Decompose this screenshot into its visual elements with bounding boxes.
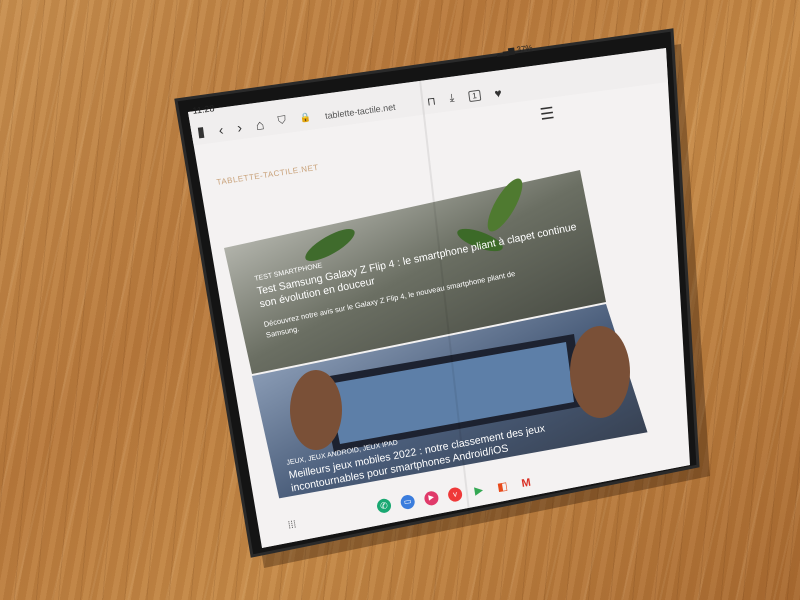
download-icon[interactable]: ⤓	[449, 92, 456, 106]
gmail-app-icon[interactable]: M	[518, 475, 534, 491]
vivaldi-app-icon[interactable]: v	[447, 486, 464, 503]
signal-icon: ▂▄▆	[496, 45, 516, 57]
site-brand[interactable]: TABLETTE-TACTILE.NET	[216, 163, 319, 187]
play-store-icon[interactable]: ▶	[471, 483, 487, 499]
status-bar: 11:28	[192, 103, 215, 116]
article-card-2[interactable]: JEUX, JEUX ANDROID, JEUX IPAD Meilleurs …	[286, 402, 607, 496]
url-bar[interactable]: tablette-tactile.net	[324, 101, 396, 120]
forward-icon[interactable]: ›	[236, 119, 243, 135]
lock-icon: 🔒	[299, 111, 312, 124]
status-indicators: ▂▄▆ 37%	[496, 43, 533, 57]
shield-icon[interactable]: ⛉	[277, 114, 287, 128]
tab-counter[interactable]: 1	[467, 89, 482, 103]
messages-app-icon[interactable]: ▭	[399, 494, 416, 511]
vivaldi-menu-icon[interactable]: ♥	[494, 85, 503, 100]
app-dock: ✆ ▭ ▶ v ▶ ◧ M	[376, 475, 534, 514]
status-time: 11:28	[192, 103, 215, 116]
phone-app-icon[interactable]: ✆	[376, 497, 393, 514]
browser-toolbar: ▮ ‹ › ⌂ ⛉ 🔒 tablette-tactile.net ⊓ ⤓ 1 ♥	[196, 64, 654, 141]
hamburger-menu-icon[interactable]: ☰	[539, 103, 556, 125]
panel-toggle-icon[interactable]: ▮	[196, 123, 206, 141]
back-icon[interactable]: ‹	[218, 121, 225, 137]
battery-level: 37%	[516, 43, 534, 55]
bookmark-icon[interactable]: ⊓	[426, 95, 436, 109]
app-drawer-icon[interactable]: ⁞⁞⁞	[287, 519, 297, 531]
youtube-app-icon[interactable]: ▶	[423, 490, 440, 507]
office-app-icon[interactable]: ◧	[495, 479, 511, 495]
article-card-1[interactable]: TEST SMARTPHONE Test Samsung Galaxy Z Fl…	[254, 210, 591, 340]
home-icon[interactable]: ⌂	[255, 116, 265, 133]
